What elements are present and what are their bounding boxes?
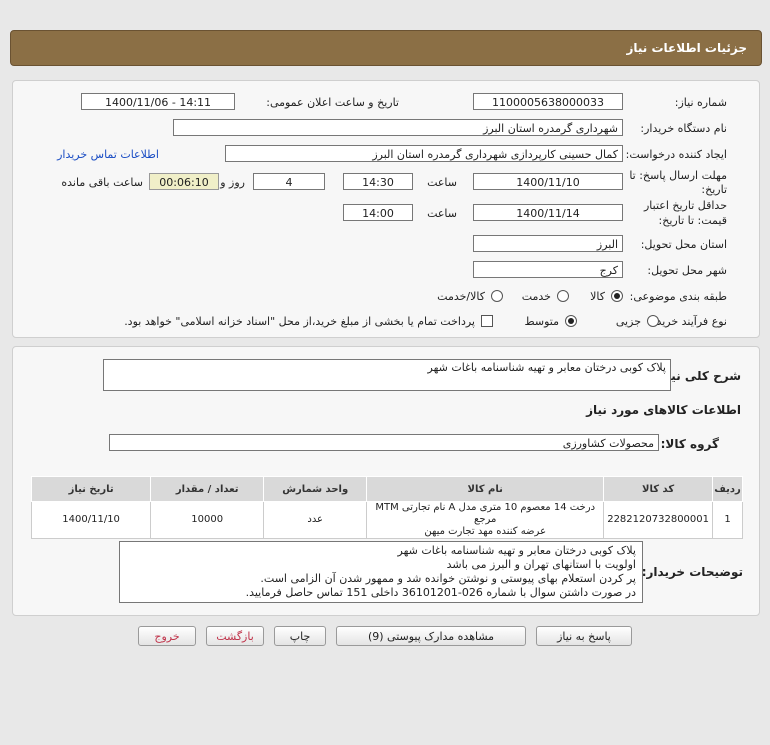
buyer-org-label: نام دستگاه خریدار: [640,122,727,135]
buyer-note-line: در صورت داشتن سوال با شماره 026-36101201… [245,586,636,599]
cell-qty: 10000 [150,501,265,539]
page-header: جزئیات اطلاعات نیاز [10,30,762,66]
validity-date-field: 1400/11/14 [473,204,623,221]
province-label: استان محل تحویل: [640,238,727,251]
buyer-note-line: پر کردن استعلام بهای پیوستی و نوشتن خوان… [260,572,636,585]
announce-field: 1400/11/06 - 14:11 [81,93,235,110]
province-field: البرز [473,235,623,252]
goods-table: ردیف کد کالا نام کالا واحد شمارش تعداد /… [30,476,743,539]
process-medium-radio[interactable] [565,315,577,327]
col-qty-header: تعداد / مقدار [150,476,265,502]
deadline-time-label: ساعت [427,176,457,189]
page-title: جزئیات اطلاعات نیاز [626,41,747,55]
back-button[interactable]: بازگشت [206,626,264,646]
col-date-header: تاریخ نیاز [30,476,152,502]
exit-button[interactable]: خروج [138,626,196,646]
process-minor-label: جزیی [615,315,641,328]
col-name-header: نام کالا [366,476,605,502]
validity-label-line1: حداقل تاریخ اعتبار [643,199,727,212]
process-medium-label: متوسط [524,315,559,328]
deadline-label-line1: مهلت ارسال پاسخ: تا [629,169,727,182]
process-minor-radio[interactable] [647,315,659,327]
col-code-header: کد کالا [603,476,713,502]
days-field: 4 [253,173,325,190]
cell-date: 1400/11/10 [30,501,152,539]
category-goods-radio[interactable] [611,290,623,302]
summary-field: پلاک کوبی درختان معابر و تهیه شناسنامه ب… [103,359,671,391]
buyer-org-field: شهرداری گرمدره استان البرز [173,119,623,136]
city-field: کرج [473,261,623,278]
remaining-timer: 00:06:10 [149,173,219,190]
days-label: روز و [220,176,245,189]
treasury-payment-note: پرداخت تمام یا بخشی از مبلغ خرید،از محل … [124,315,475,328]
cell-name-line2: عرضه کننده مهد تجارت میهن [424,526,547,537]
col-unit-header: واحد شمارش [263,476,368,502]
process-label: نوع فرآیند خرید : [649,315,727,328]
print-button[interactable]: چاپ [274,626,326,646]
treasury-payment-checkbox[interactable] [481,315,493,327]
col-row-header: ردیف [712,476,743,502]
goods-group-field: محصولات کشاورزی [109,434,659,451]
buyer-notes-box: پلاک کوبی درختان معابر و تهیه شناسنامه ب… [119,541,643,603]
remaining-label: ساعت باقی مانده [61,176,143,189]
validity-label-line2: قیمت: تا تاریخ: [658,214,727,227]
cell-name-line1: درخت 14 معصوم 10 متری مدل A نام تجارتی M… [375,502,596,525]
goods-info-title: اطلاعات کالاهای مورد نیاز [586,403,741,417]
reply-button[interactable]: پاسخ به نیاز [536,626,632,646]
goods-table-header: ردیف کد کالا نام کالا واحد شمارش تعداد /… [30,476,743,502]
need-info-panel: شماره نیاز: 1100005638000033 تاریخ و ساع… [12,80,760,338]
buyer-note-line: اولویت با استانهای تهران و البرز می باشد [446,558,636,571]
announce-label: تاریخ و ساعت اعلان عمومی: [266,96,399,109]
deadline-time-field: 14:30 [343,173,413,190]
category-goods-label: کالا [590,290,605,303]
buyer-notes-label: توضیحات خریدار: [641,565,743,579]
validity-time-field: 14:00 [343,204,413,221]
city-label: شهر محل تحویل: [647,264,727,277]
category-label: طبقه بندی موضوعی: [629,290,727,303]
validity-time-label: ساعت [427,207,457,220]
goods-group-label: گروه کالا: [660,437,719,451]
cell-unit: عدد [263,501,368,539]
cell-name: درخت 14 معصوم 10 متری مدل A نام تجارتی M… [366,501,605,539]
need-number-label: شماره نیاز: [674,96,727,109]
category-service-label: خدمت [521,290,551,303]
details-panel: شرح کلی نیاز: پلاک کوبی درختان معابر و ت… [12,346,760,616]
cell-row: 1 [712,501,743,539]
requester-label: ایجاد کننده درخواست: [625,148,727,161]
buyer-contact-link[interactable]: اطلاعات تماس خریدار [57,148,159,161]
attachments-button[interactable]: مشاهده مدارک پیوستی (9) [336,626,526,646]
category-service-radio[interactable] [557,290,569,302]
deadline-label-line2: تاریخ: [701,183,727,196]
cell-code: 2282120732800001 [603,501,713,539]
buyer-note-line: پلاک کوبی درختان معابر و تهیه شناسنامه ب… [397,544,637,557]
category-goods-service-label: کالا/خدمت [437,290,485,303]
deadline-date-field: 1400/11/10 [473,173,623,190]
need-number-field: 1100005638000033 [473,93,623,110]
requester-field: کمال حسینی کارپردازی شهرداری گرمدره استا… [225,145,623,162]
category-goods-service-radio[interactable] [491,290,503,302]
table-row: 1 2282120732800001 درخت 14 معصوم 10 متری… [30,501,743,539]
